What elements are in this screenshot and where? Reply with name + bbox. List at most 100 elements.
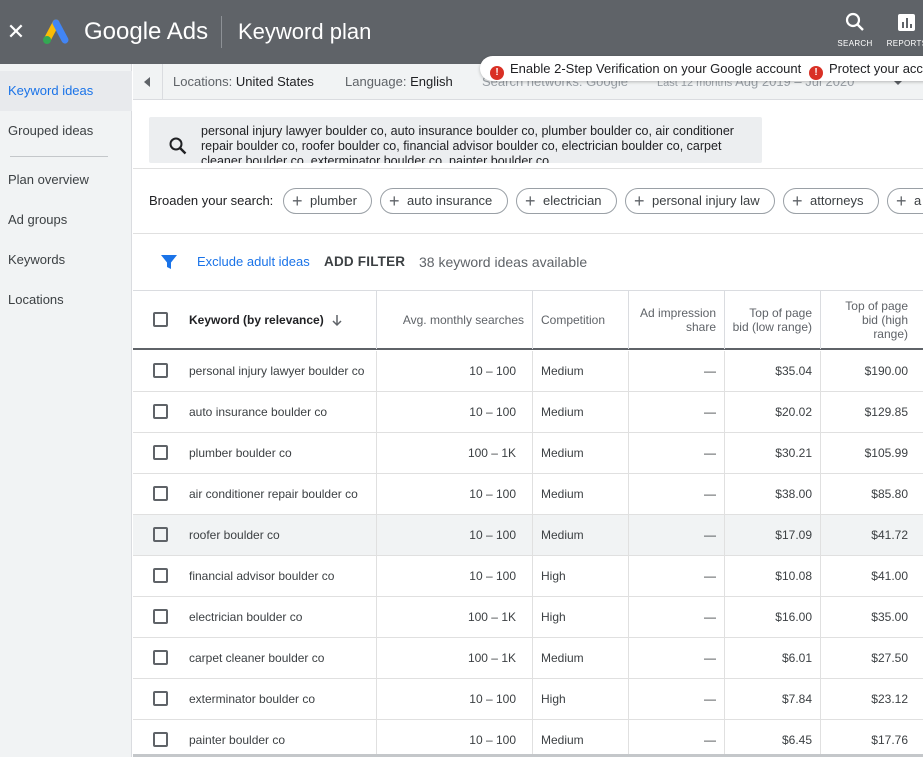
table-row[interactable]: personal injury lawyer boulder co 10 – 10… — [133, 351, 923, 392]
bid-high-cell: $190.00 — [820, 351, 916, 391]
sidebar: Keyword ideas Grouped ideas Plan overvie… — [0, 64, 132, 757]
broaden-chip-auto-insurance[interactable]: + auto insurance — [380, 188, 508, 214]
row-checkbox[interactable] — [153, 568, 168, 583]
two-step-alert[interactable]: ! Enable 2-Step Verification on your Goog… — [490, 56, 801, 81]
bid-high-cell: $23.12 — [820, 679, 916, 719]
column-header-avg-monthly-searches[interactable]: Avg. monthly searches — [376, 291, 532, 349]
reports-button[interactable]: REPORTS — [884, 12, 923, 52]
keyword-cell: financial advisor boulder co — [189, 569, 335, 583]
sidebar-item-ad-groups[interactable]: Ad groups — [0, 200, 132, 240]
table-row[interactable]: carpet cleaner boulder co 100 – 1K Medium —… — [133, 638, 923, 679]
page-title: Keyword plan — [238, 19, 372, 44]
filter-icon[interactable] — [160, 253, 178, 271]
row-checkbox[interactable] — [153, 609, 168, 624]
keyword-search-input[interactable]: personal injury lawyer boulder co, auto … — [149, 117, 762, 163]
table-row[interactable]: exterminator boulder co 10 – 100 High — $7.8… — [133, 679, 923, 720]
search-icon — [845, 12, 864, 31]
keyword-cell: roofer boulder co — [189, 528, 280, 542]
bid-low-cell: $35.04 — [724, 351, 820, 391]
broaden-label: Broaden your search: — [149, 193, 274, 208]
collapse-sidebar-button[interactable] — [133, 64, 163, 99]
broaden-chip-plumber[interactable]: + plumber — [283, 188, 372, 214]
bid-high-cell: $35.00 — [820, 597, 916, 637]
column-header-keyword[interactable]: Keyword (by relevance) — [189, 291, 375, 349]
ad-impression-share-cell: — — [628, 515, 724, 555]
plus-icon: + — [896, 191, 907, 211]
row-checkbox[interactable] — [153, 732, 168, 747]
competition-cell: High — [532, 556, 628, 596]
broaden-chip-electrician[interactable]: + electrician — [516, 188, 617, 214]
competition-cell: Medium — [532, 720, 628, 757]
keyword-cell: personal injury lawyer boulder co — [189, 364, 365, 378]
row-checkbox[interactable] — [153, 363, 168, 378]
sidebar-item-plan-overview[interactable]: Plan overview — [0, 160, 132, 200]
row-checkbox[interactable] — [153, 404, 168, 419]
arrow-down-icon — [332, 315, 342, 327]
avg-monthly-searches-cell: 10 – 100 — [376, 474, 532, 514]
close-icon[interactable]: ✕ — [4, 18, 28, 46]
ad-impression-share-cell: — — [628, 351, 724, 391]
avg-monthly-searches-cell: 10 – 100 — [376, 351, 532, 391]
row-checkbox[interactable] — [153, 445, 168, 460]
column-header-competition[interactable]: Competition — [532, 291, 628, 349]
keyword-cell: painter boulder co — [189, 733, 286, 747]
language-filter[interactable]: Language: English — [345, 64, 453, 99]
column-header-ad-impression-share[interactable]: Ad impression share — [628, 291, 724, 349]
table-row[interactable]: painter boulder co 10 – 100 Medium — $6.45 $1… — [133, 720, 923, 757]
table-row[interactable]: plumber boulder co 100 – 1K Medium — $30.21 $… — [133, 433, 923, 474]
row-checkbox[interactable] — [153, 527, 168, 542]
keyword-cell: electrician boulder co — [189, 610, 303, 624]
table-row[interactable]: auto insurance boulder co 10 – 100 Medium —… — [133, 392, 923, 433]
table-row[interactable]: electrician boulder co 100 – 1K High — $16.0… — [133, 597, 923, 638]
search-button[interactable]: SEARCH — [832, 12, 878, 52]
competition-cell: High — [532, 597, 628, 637]
avg-monthly-searches-cell: 10 – 100 — [376, 679, 532, 719]
plus-icon: + — [525, 191, 536, 211]
column-header-bid-high[interactable]: Top of page bid (high range) — [820, 291, 916, 349]
table-row[interactable]: roofer boulder co 10 – 100 Medium — $17.09 $4… — [133, 515, 923, 556]
search-query-text: personal injury lawyer boulder co, auto … — [201, 124, 734, 163]
avg-monthly-searches-cell: 10 – 100 — [376, 720, 532, 757]
keyword-cell: carpet cleaner boulder co — [189, 651, 325, 665]
security-banner: ! Enable 2-Step Verification on your Goog… — [480, 56, 923, 81]
bid-low-cell: $10.08 — [724, 556, 820, 596]
sidebar-item-locations[interactable]: Locations — [0, 280, 132, 320]
bid-high-cell: $129.85 — [820, 392, 916, 432]
add-filter-button[interactable]: ADD FILTER — [324, 253, 405, 271]
alert-icon: ! — [490, 66, 504, 80]
sidebar-item-keywords[interactable]: Keywords — [0, 240, 132, 280]
ad-impression-share-cell: — — [628, 474, 724, 514]
bid-low-cell: $17.09 — [724, 515, 820, 555]
locations-filter[interactable]: Locations: United States — [173, 64, 314, 99]
keyword-cell: exterminator boulder co — [189, 692, 316, 706]
ad-impression-share-cell: — — [628, 679, 724, 719]
header-divider — [221, 16, 222, 48]
table-row[interactable]: financial advisor boulder co 10 – 100 High… — [133, 556, 923, 597]
ad-impression-share-cell: — — [628, 433, 724, 473]
column-header-bid-low[interactable]: Top of page bid (low range) — [724, 291, 820, 349]
bid-low-cell: $7.84 — [724, 679, 820, 719]
select-all-checkbox[interactable] — [153, 312, 168, 327]
reports-icon — [898, 14, 915, 31]
exclude-adult-ideas-filter[interactable]: Exclude adult ideas — [197, 253, 310, 271]
broaden-chip-more[interactable]: + a — [887, 188, 923, 214]
reports-label: REPORTS — [886, 39, 923, 48]
competition-cell: Medium — [532, 351, 628, 391]
sidebar-item-grouped-ideas[interactable]: Grouped ideas — [0, 111, 132, 151]
bid-high-cell: $41.72 — [820, 515, 916, 555]
row-checkbox[interactable] — [153, 650, 168, 665]
app-header: ✕ Google Ads Keyword plan SEARCH REPORTS — [0, 0, 923, 64]
protect-account-alert[interactable]: ! Protect your acc — [809, 56, 923, 81]
ad-impression-share-cell: — — [628, 638, 724, 678]
row-checkbox[interactable] — [153, 691, 168, 706]
broaden-chip-personal-injury-law[interactable]: + personal injury law — [625, 188, 775, 214]
sidebar-item-keyword-ideas[interactable]: Keyword ideas — [0, 71, 132, 111]
bid-low-cell: $16.00 — [724, 597, 820, 637]
table-row[interactable]: air conditioner repair boulder co 10 – 10… — [133, 474, 923, 515]
broaden-chip-attorneys[interactable]: + attorneys — [783, 188, 879, 214]
keyword-cell: air conditioner repair boulder co — [189, 487, 358, 501]
row-checkbox[interactable] — [153, 486, 168, 501]
competition-cell: Medium — [532, 515, 628, 555]
divider — [133, 168, 923, 169]
plus-icon: + — [792, 191, 803, 211]
